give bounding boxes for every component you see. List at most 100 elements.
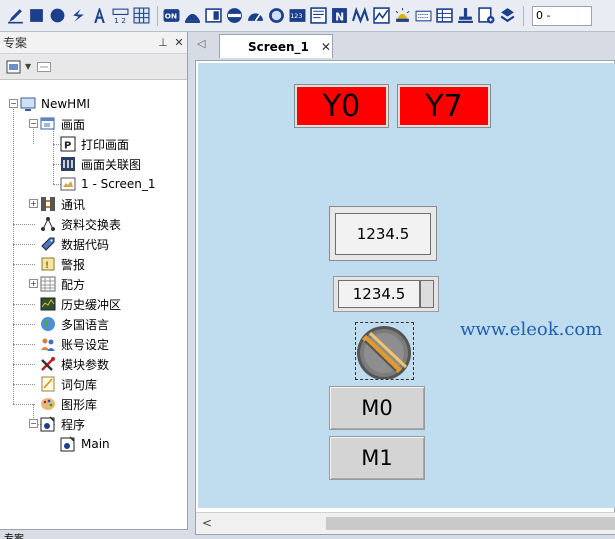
lamp-y7[interactable]: Y7 bbox=[397, 84, 491, 128]
collapse-icon[interactable] bbox=[37, 61, 52, 72]
text-box-icon[interactable] bbox=[309, 6, 328, 25]
bit-lamp-icon[interactable] bbox=[204, 6, 223, 25]
scroll-left-icon[interactable]: < bbox=[202, 516, 212, 530]
tree-label: 历史缓冲区 bbox=[61, 297, 122, 312]
tree-item-program[interactable]: 程序 bbox=[40, 414, 85, 434]
expander-program[interactable]: − bbox=[29, 419, 38, 428]
keyboard-icon[interactable] bbox=[414, 6, 433, 25]
add-object-icon[interactable] bbox=[477, 6, 496, 25]
lamp-y0[interactable]: Y0 bbox=[294, 84, 389, 128]
tab-scroll-left-icon[interactable]: ◁ bbox=[197, 37, 205, 50]
globe-icon bbox=[41, 317, 55, 331]
button-label: M0 bbox=[361, 396, 393, 420]
numeric-input-handle[interactable] bbox=[420, 280, 434, 308]
lightning-icon[interactable] bbox=[69, 6, 88, 25]
selector-switch[interactable] bbox=[355, 322, 414, 380]
rotary-switch-icon bbox=[357, 326, 411, 380]
svg-text:!: ! bbox=[45, 261, 49, 271]
tree-item-recipe[interactable]: 配方 bbox=[40, 274, 85, 294]
tree-label: 模块参数 bbox=[61, 357, 110, 372]
svg-text:P: P bbox=[64, 141, 71, 152]
svg-text:123: 123 bbox=[290, 12, 302, 20]
svg-text:ON: ON bbox=[165, 12, 178, 21]
tree-item-tags[interactable]: 数据代码 bbox=[40, 234, 109, 254]
word-lamp-icon[interactable] bbox=[183, 6, 202, 25]
tree-item-phrases[interactable]: 词句库 bbox=[40, 374, 97, 394]
tree-item-screens[interactable]: 画面 bbox=[40, 114, 85, 134]
project-view-icon[interactable] bbox=[6, 59, 22, 75]
tree-item-history[interactable]: 历史缓冲区 bbox=[40, 294, 121, 314]
pin-icon[interactable]: ⊥ bbox=[155, 36, 171, 49]
text-icon[interactable] bbox=[90, 6, 109, 25]
button-m0[interactable]: M0 bbox=[329, 386, 425, 430]
tree-item-relation[interactable]: 画面关联图 bbox=[60, 154, 141, 174]
project-panel: 专案 ⊥ ✕ ▼ − − + + − NewHMI 画面 P 打印画面 画面关联… bbox=[0, 32, 188, 539]
expander-root[interactable]: − bbox=[9, 99, 18, 108]
recipe-icon bbox=[40, 276, 56, 292]
tree-label: 1 - Screen_1 bbox=[81, 177, 156, 191]
numeric-display[interactable]: 1234.5 bbox=[329, 206, 437, 261]
circle-gauge-icon[interactable] bbox=[267, 6, 286, 25]
stamp-icon[interactable] bbox=[456, 6, 475, 25]
number-123-icon[interactable]: 123 bbox=[288, 6, 307, 25]
numeric-display-icon[interactable]: 1 2 bbox=[111, 6, 130, 25]
tree-item-modules[interactable]: 模块参数 bbox=[40, 354, 109, 374]
tree-label: 资料交换表 bbox=[61, 217, 122, 232]
toolbar-separator bbox=[157, 5, 158, 26]
pen-icon[interactable] bbox=[6, 6, 25, 25]
monitor-icon bbox=[20, 97, 36, 111]
tree-label: 多国语言 bbox=[61, 317, 110, 332]
panel-close-icon[interactable]: ✕ bbox=[171, 36, 187, 49]
scroll-thumb[interactable] bbox=[326, 517, 615, 530]
grid-icon[interactable] bbox=[132, 6, 151, 25]
tree-item-print-screen[interactable]: P 打印画面 bbox=[60, 134, 129, 154]
wave-icon[interactable] bbox=[351, 6, 370, 25]
lamp-icon[interactable] bbox=[393, 6, 412, 25]
half-gauge-icon[interactable] bbox=[246, 6, 265, 25]
tree-item-comm[interactable]: 通讯 bbox=[40, 194, 85, 214]
trend-icon[interactable] bbox=[372, 6, 391, 25]
horizontal-scrollbar[interactable]: < bbox=[196, 512, 615, 534]
layers-icon[interactable] bbox=[498, 6, 517, 25]
tree-item-screen-1[interactable]: 1 - Screen_1 bbox=[60, 174, 155, 194]
screen-canvas[interactable]: Y0 Y7 1234.5 1234.5 M0 M1 www.eleok.com bbox=[198, 63, 615, 508]
tree-item-newhmi[interactable]: NewHMI bbox=[20, 94, 90, 114]
tree-item-accounts[interactable]: 账号设定 bbox=[40, 334, 109, 354]
tree-item-main[interactable]: Main bbox=[60, 434, 110, 454]
panel-title: 专案 bbox=[3, 36, 28, 50]
numeric-input[interactable]: 1234.5 bbox=[333, 276, 439, 312]
lamp-label: Y0 bbox=[322, 88, 361, 124]
tools-icon bbox=[41, 357, 55, 371]
button-m1[interactable]: M1 bbox=[329, 436, 425, 480]
on-button-icon[interactable]: ON bbox=[162, 6, 181, 25]
layer-select[interactable]: 0 - bbox=[532, 5, 592, 26]
dropdown-arrow-icon[interactable]: ▼ bbox=[25, 62, 31, 71]
tree-label: 警报 bbox=[61, 257, 86, 272]
panel-header: 专案 ⊥ ✕ bbox=[0, 32, 187, 54]
tab-close-icon[interactable]: ✕ bbox=[321, 40, 331, 54]
comm-icon bbox=[41, 197, 55, 211]
bottom-tab-project[interactable]: 专案 bbox=[4, 534, 24, 539]
expander-screens[interactable]: − bbox=[29, 119, 38, 128]
rectangle-icon[interactable] bbox=[27, 6, 46, 25]
table-icon[interactable] bbox=[435, 6, 454, 25]
circle-icon[interactable] bbox=[48, 6, 67, 25]
tree-label: 程序 bbox=[61, 417, 86, 432]
svg-text:N: N bbox=[335, 10, 344, 23]
tree-item-language[interactable]: 多国语言 bbox=[40, 314, 109, 334]
tree-label: 通讯 bbox=[61, 197, 86, 212]
tree-label: 数据代码 bbox=[61, 237, 110, 252]
toolbar: 1 2 ON 123 N 0 - bbox=[0, 0, 615, 32]
phrase-icon bbox=[41, 376, 55, 392]
expander-recipe[interactable]: + bbox=[29, 279, 38, 288]
tree-item-exchange[interactable]: 资料交换表 bbox=[40, 214, 121, 234]
expander-comm[interactable]: + bbox=[29, 199, 38, 208]
screen-page-icon bbox=[60, 177, 76, 191]
tree-item-alarm[interactable]: ! 警报 bbox=[40, 254, 85, 274]
scale-icon[interactable] bbox=[225, 6, 244, 25]
n-icon[interactable]: N bbox=[330, 6, 349, 25]
program-icon bbox=[40, 416, 55, 432]
tab-screen-1[interactable]: Screen_1 ✕ bbox=[219, 34, 333, 58]
svg-text:1 2: 1 2 bbox=[114, 16, 126, 24]
tree-item-graphics[interactable]: 图形库 bbox=[40, 394, 97, 414]
